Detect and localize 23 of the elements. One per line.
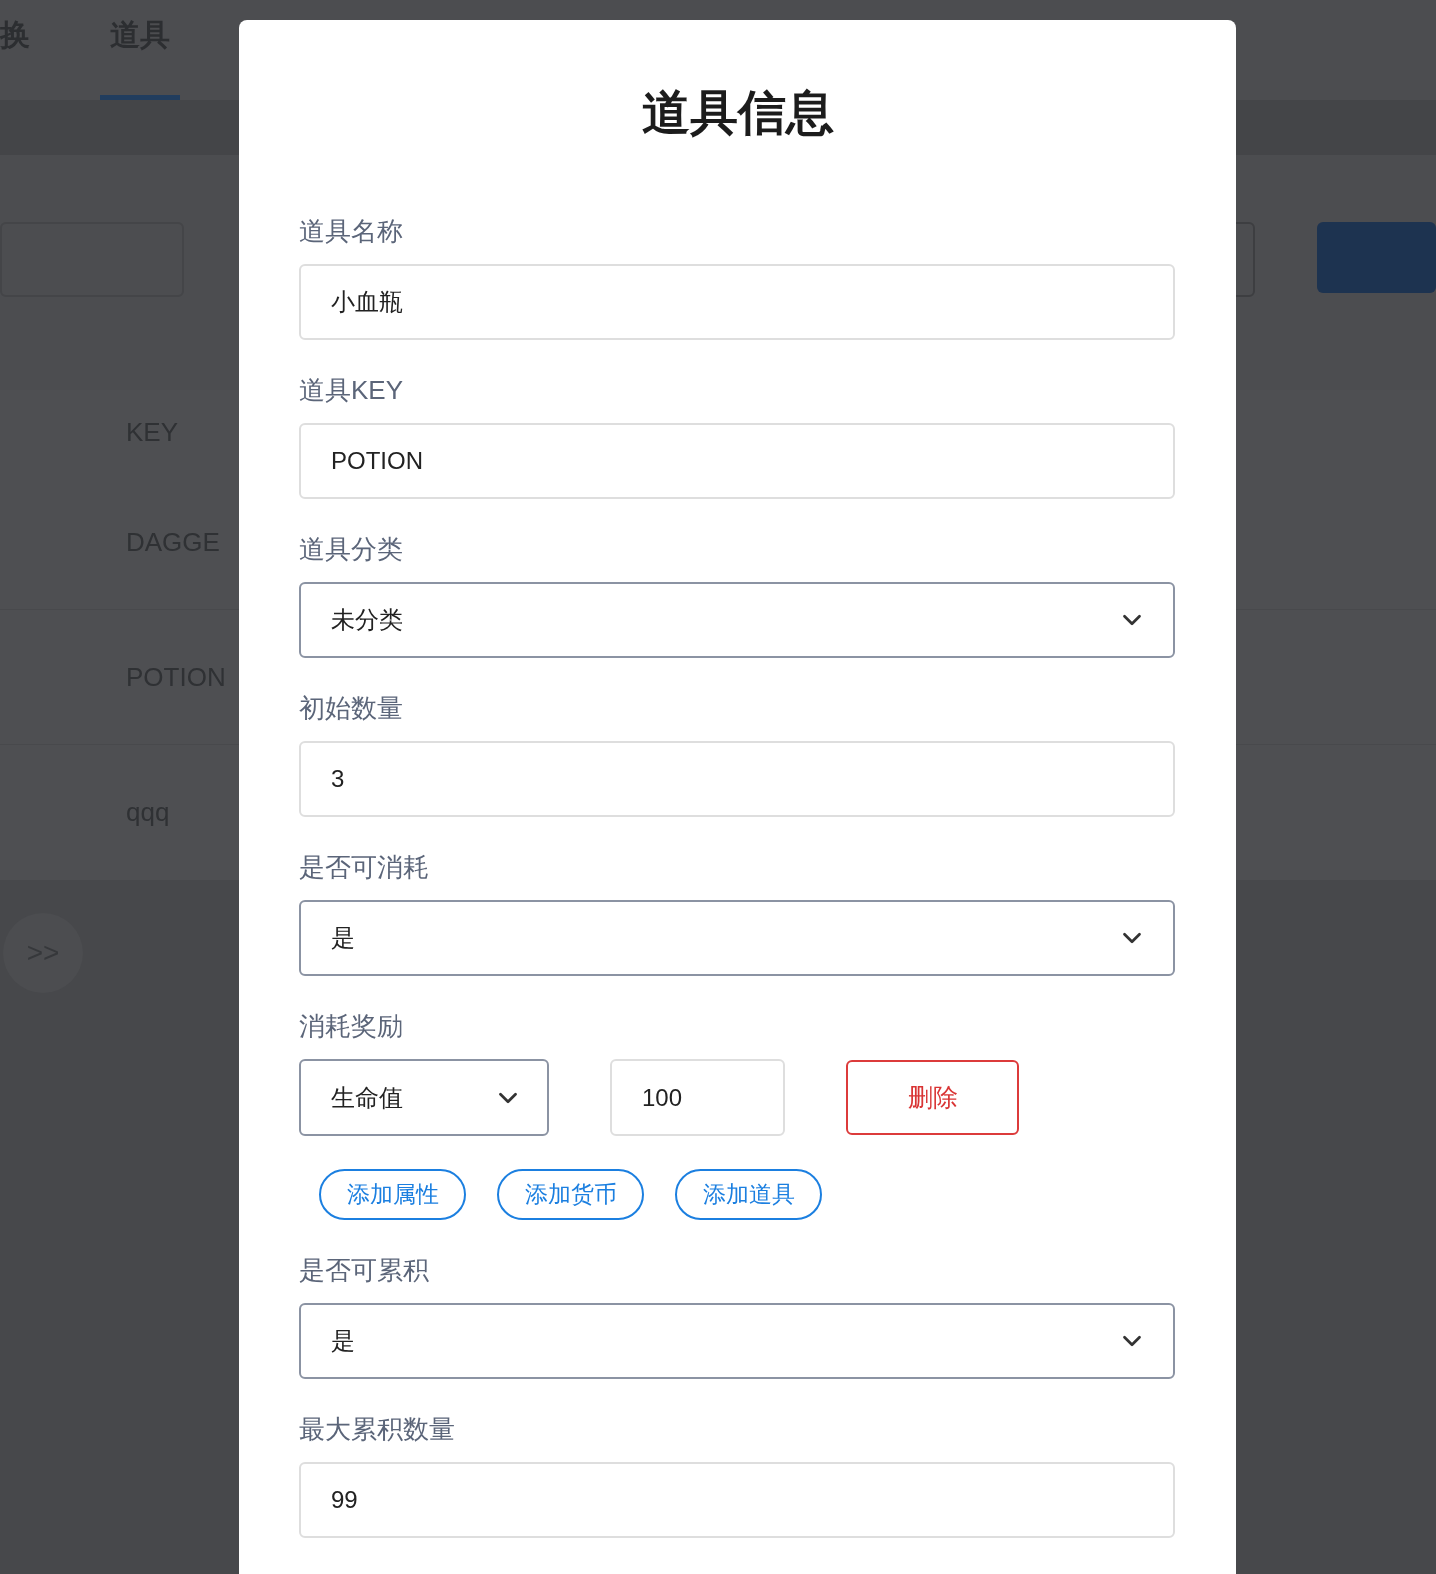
amount-field[interactable]: 100 (610, 1059, 785, 1136)
field-label: 道具KEY (299, 374, 405, 406)
select-field[interactable]: 未分类 (299, 582, 1175, 658)
field-label: 最大累积数量 (299, 1413, 456, 1445)
text-field[interactable]: 小血瓶 (299, 264, 1175, 340)
select-field[interactable]: 生命值 (299, 1059, 549, 1136)
field-label: 初始数量 (299, 692, 404, 724)
field-label: 道具分类 (299, 533, 404, 565)
add-button[interactable]: 添加货币 (497, 1169, 644, 1220)
select-field[interactable]: 是 (299, 900, 1175, 976)
field-label: 道具名称 (299, 215, 404, 247)
field-label: 消耗奖励 (299, 1010, 404, 1042)
add-button[interactable]: 添加道具 (675, 1169, 822, 1220)
field-label: 是否可累积 (299, 1254, 430, 1286)
dialog-title: 道具信息 (640, 85, 835, 141)
add-button[interactable]: 添加属性 (319, 1169, 466, 1220)
select-field[interactable]: 是 (299, 1303, 1175, 1379)
delete-button[interactable]: 删除 (846, 1060, 1019, 1135)
text-field[interactable]: 99 (299, 1462, 1175, 1538)
field-label: 是否可消耗 (299, 851, 430, 883)
search-button[interactable] (1316, 222, 1436, 293)
text-field[interactable]: POTION (299, 423, 1175, 499)
text-field[interactable]: 3 (299, 741, 1175, 817)
